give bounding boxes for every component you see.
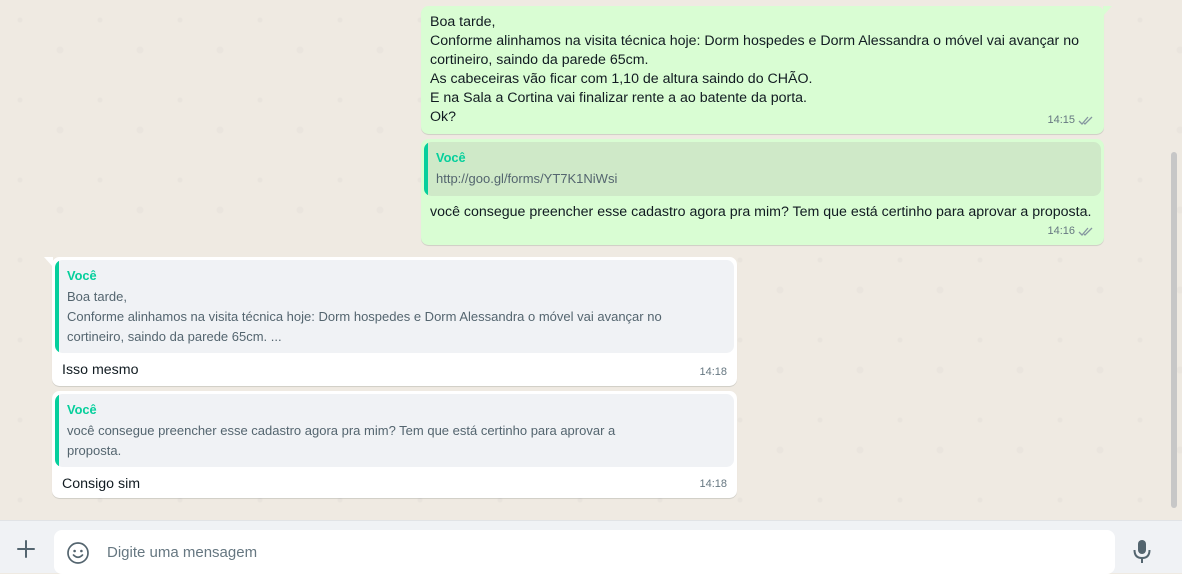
message-time: 14:18 (699, 366, 727, 378)
message-text: Consigo sim (62, 476, 141, 492)
quote-author: Você (67, 402, 97, 417)
double-check-icon (1078, 227, 1093, 236)
emoji-icon (67, 542, 89, 564)
quoted-message[interactable]: Você você consegue preencher esse cadast… (55, 394, 734, 467)
attach-button[interactable] (12, 535, 40, 563)
quote-author: Você (67, 268, 97, 283)
quote-text: Boa tarde, Conforme alinhamos na visita … (67, 289, 662, 344)
message-meta: 14:18 (699, 363, 727, 382)
message-time: 14:15 (1047, 114, 1075, 126)
message-meta: 14:15 (1047, 111, 1094, 130)
message-input-box[interactable] (54, 530, 1115, 574)
message-text: Boa tarde, Conforme alinhamos na visita … (430, 14, 1080, 125)
message-bubble-incoming[interactable]: Você você consegue preencher esse cadast… (52, 391, 737, 498)
quote-text: http://goo.gl/forms/YT7K1NiWsi (436, 171, 618, 186)
message-bubble-outgoing[interactable]: Você http://goo.gl/forms/YT7K1NiWsi você… (421, 139, 1104, 245)
composer-bar (0, 520, 1182, 574)
message-bubble-incoming[interactable]: Você Boa tarde, Conforme alinhamos na vi… (44, 257, 737, 386)
message-text: você consegue preencher esse cadastro ag… (430, 204, 1092, 220)
quoted-message[interactable]: Você http://goo.gl/forms/YT7K1NiWsi (424, 142, 1101, 196)
scrollbar-thumb[interactable] (1171, 152, 1177, 508)
emoji-button[interactable] (65, 540, 91, 566)
message-text: Isso mesmo (62, 362, 139, 378)
message-meta: 14:18 (699, 475, 727, 494)
message-input[interactable] (105, 540, 1089, 564)
quote-author: Você (436, 150, 466, 165)
message-bubble-outgoing[interactable]: Boa tarde, Conforme alinhamos na visita … (421, 6, 1112, 134)
quote-text: você consegue preencher esse cadastro ag… (67, 423, 616, 458)
double-check-icon (1078, 116, 1093, 125)
chat-area[interactable]: Boa tarde, Conforme alinhamos na visita … (0, 0, 1182, 520)
microphone-icon (1133, 540, 1151, 563)
message-time: 14:16 (1047, 225, 1075, 237)
voice-message-button[interactable] (1129, 537, 1155, 567)
plus-icon (17, 540, 35, 558)
bubble-tail (1103, 6, 1112, 16)
quoted-message[interactable]: Você Boa tarde, Conforme alinhamos na vi… (55, 260, 734, 353)
message-time: 14:18 (699, 478, 727, 490)
message-meta: 14:16 (1047, 222, 1094, 241)
bubble-tail (44, 257, 53, 267)
